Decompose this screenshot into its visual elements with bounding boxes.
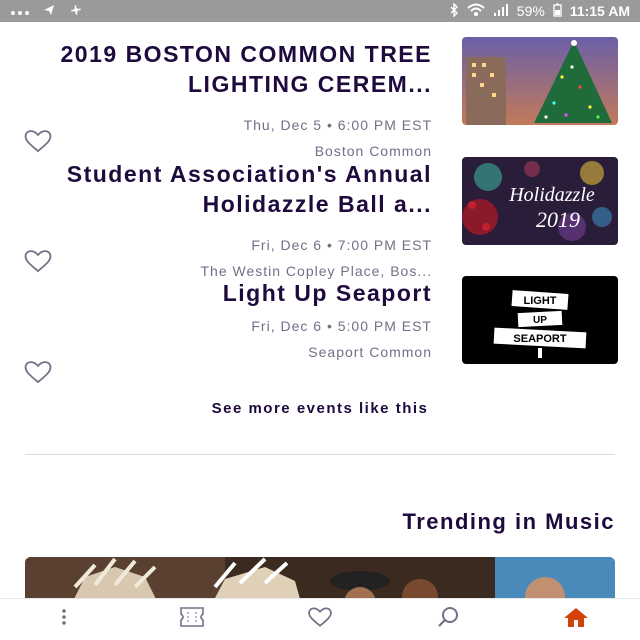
status-bar-right-icons (10, 2, 84, 21)
clock: 11:15 AM (569, 3, 630, 19)
event-card[interactable]: 2019 BOSTON COMMON TREE LIGHTING CEREM..… (18, 37, 618, 159)
event-date: Thu, Dec 5 • 6:00 PM EST (243, 117, 432, 133)
home-icon (563, 606, 589, 633)
see-more-events-link[interactable]: See more events like this (0, 400, 640, 417)
bottom-tab-bar (0, 598, 640, 640)
section-title: Trending in Music (402, 509, 615, 534)
home-tab[interactable] (546, 599, 606, 640)
tickets-icon (179, 606, 205, 633)
event-title[interactable]: Light Up Seaport (32, 278, 432, 308)
location-icon (42, 3, 56, 20)
seaport-image-text: SEAPORT (513, 333, 566, 345)
heart-icon[interactable] (22, 129, 54, 153)
event-feed[interactable]: 2019 BOSTON COMMON TREE LIGHTING CEREM..… (0, 22, 640, 598)
event-date: Fri, Dec 6 • 7:00 PM EST (251, 237, 432, 253)
divider (25, 454, 615, 455)
status-bar: 59% 11:15 AM (0, 0, 640, 22)
search-icon (436, 605, 460, 634)
event-venue: Seaport Common (308, 344, 432, 360)
status-bar-left-icons: 59% 11:15 AM (449, 1, 630, 20)
event-card[interactable]: Holidazzle 2019 Student Association's An… (18, 157, 618, 279)
light-up-seaport-image[interactable]: LIGHT UP SEAPORT (462, 276, 618, 364)
tickets-tab[interactable] (162, 599, 222, 640)
event-title[interactable]: Student Association's Annual Holidazzle … (32, 159, 432, 219)
battery-percent: 59% (516, 3, 545, 19)
battery-icon (553, 3, 562, 20)
heart-icon[interactable] (22, 360, 54, 384)
christmas-tree-image[interactable] (462, 37, 618, 125)
event-date: Fri, Dec 6 • 5:00 PM EST (251, 318, 432, 334)
heart-icon (306, 606, 334, 633)
up-image-text: UP (533, 315, 547, 326)
fan-icon (68, 2, 84, 21)
search-tab[interactable] (418, 599, 478, 640)
holidazzle-image-text: Holidazzle (508, 184, 595, 206)
signal-icon (493, 3, 509, 20)
event-title[interactable]: 2019 BOSTON COMMON TREE LIGHTING CEREM..… (32, 39, 432, 99)
more-tab[interactable] (34, 599, 94, 640)
more-dots-icon (10, 4, 30, 19)
heart-icon[interactable] (22, 249, 54, 273)
bluetooth-icon (449, 1, 459, 20)
light-image-text: LIGHT (524, 295, 557, 307)
likes-tab[interactable] (290, 599, 350, 640)
event-card[interactable]: LIGHT UP SEAPORT Light Up Seaport Fri, D… (18, 276, 618, 396)
holidazzle-year-text: 2019 (536, 207, 580, 232)
holidazzle-2019-image[interactable]: Holidazzle 2019 (462, 157, 618, 245)
trending-music-image[interactable] (25, 557, 615, 598)
more-icon (59, 607, 69, 632)
wifi-icon (467, 3, 485, 20)
